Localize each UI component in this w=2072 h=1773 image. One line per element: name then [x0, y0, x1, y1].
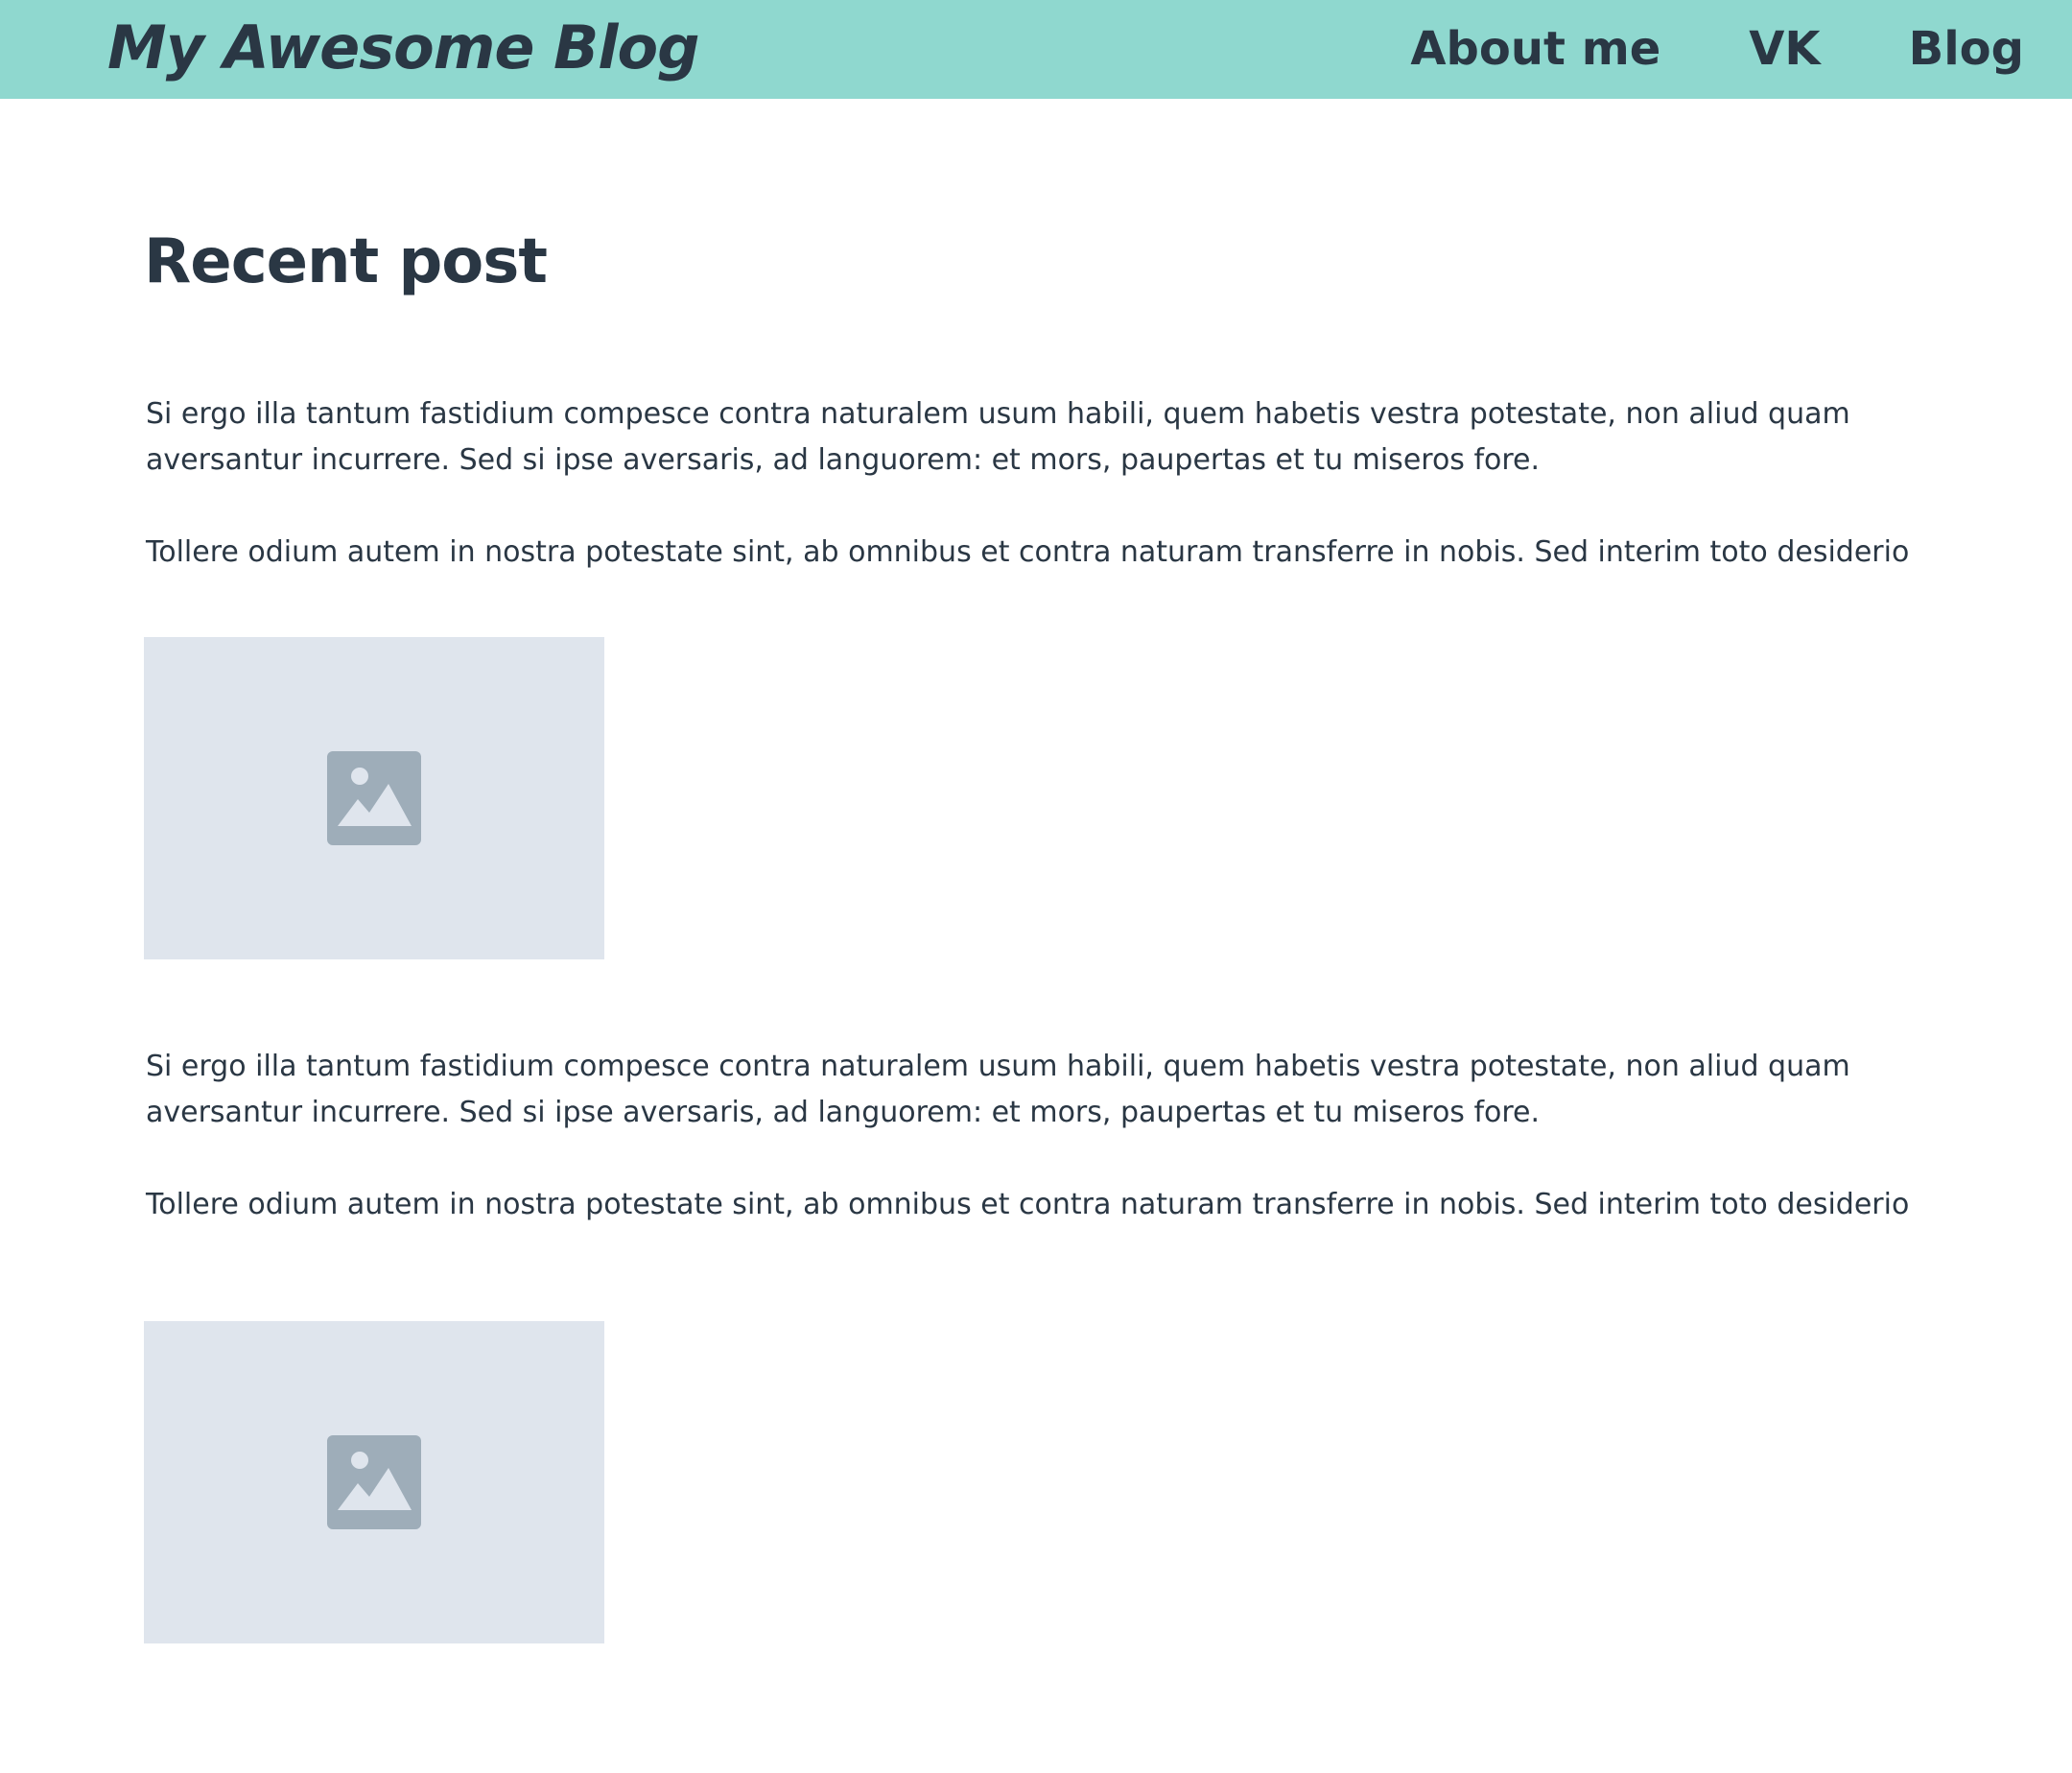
image-placeholder-icon: [327, 1435, 421, 1529]
paragraph-line: aversantur incurrere. Sed si ipse aversa…: [146, 1096, 1541, 1129]
post-paragraph: Tollere odium autem in nostra potestate …: [146, 1188, 1910, 1221]
image-placeholder: [144, 637, 604, 959]
paragraph-line: Si ergo illa tantum fastidium compesce c…: [146, 397, 1850, 431]
main-nav: About me VK Blog: [1410, 17, 2024, 81]
paragraph-line: aversantur incurrere. Sed si ipse aversa…: [146, 443, 1541, 477]
site-logo[interactable]: My Awesome Blog: [107, 10, 699, 86]
post-paragraph: Si ergo illa tantum fastidium compesce c…: [146, 1044, 2016, 1136]
post-paragraph: Tollere odium autem in nostra potestate …: [146, 535, 1910, 569]
site-header: My Awesome Blog About me VK Blog: [0, 0, 2072, 99]
nav-link-blog[interactable]: Blog: [1909, 17, 2024, 81]
nav-link-about-me[interactable]: About me: [1410, 17, 1660, 81]
post-paragraph: Si ergo illa tantum fastidium compesce c…: [146, 391, 2016, 484]
image-placeholder: [144, 1321, 604, 1643]
image-placeholder-icon: [327, 751, 421, 845]
page-title: Recent post: [144, 226, 548, 297]
nav-link-vk[interactable]: VK: [1749, 17, 1820, 81]
paragraph-line: Si ergo illa tantum fastidium compesce c…: [146, 1050, 1850, 1083]
